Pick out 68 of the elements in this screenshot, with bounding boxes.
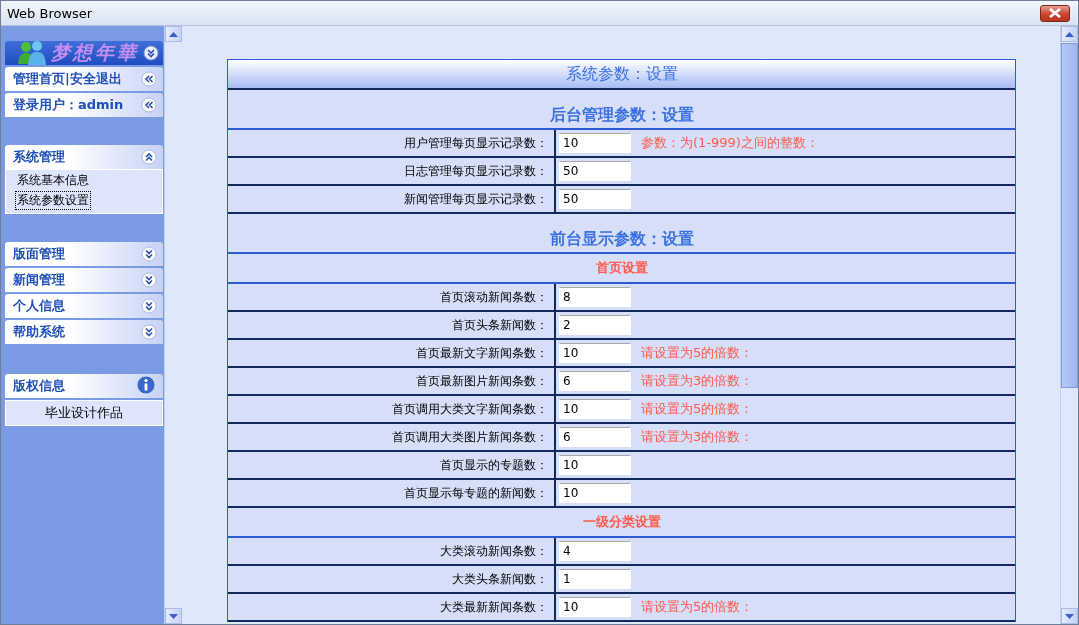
menu-item[interactable]: 系统参数设置 [16,192,90,209]
field-hint: 请设置为3的倍数： [641,428,754,446]
field-label: 首页调用大类文字新闻条数： [392,400,548,418]
field-label: 新闻管理每页显示记录数： [404,190,548,208]
input-field[interactable]: 10 [559,483,631,503]
info-icon [135,375,157,397]
scrollbar[interactable] [164,26,182,624]
chevron-left-icon[interactable] [141,71,157,87]
field-label: 大类最新新闻条数： [440,598,548,616]
close-icon [1049,8,1061,18]
input-field[interactable]: 6 [559,371,631,391]
chevron-left-icon[interactable] [141,97,157,113]
scroll-up-button[interactable] [1061,26,1078,42]
form-title: 系统参数：设置 [228,60,1015,90]
field-hint: 请设置为5的倍数： [641,400,754,418]
field-label: 首页调用大类图片新闻条数： [392,428,548,446]
field-hint: 请设置为3的倍数： [641,372,754,390]
field-label: 首页头条新闻数： [452,316,548,334]
panel-title: 版权信息 [13,377,65,395]
up-arrow-icon [169,31,178,37]
field-label: 首页滚动新闻条数： [440,288,548,306]
scroll-thumb[interactable] [1061,43,1078,388]
copyright-text: 毕业设计作品 [5,400,163,426]
input-field[interactable]: 10 [559,133,631,153]
field-hint: 参数：为(1-999)之间的整数： [641,134,819,152]
chevron-down-icon[interactable] [141,272,157,288]
up-arrow-icon [1065,31,1074,37]
field-label: 大类头条新闻数： [452,570,548,588]
window-title: Web Browser [7,5,93,21]
field-label: 首页显示每专题的新闻数： [404,484,548,502]
input-field[interactable]: 10 [559,399,631,419]
field-hint: 请设置为5的倍数： [641,598,754,616]
input-field[interactable]: 8 [559,287,631,307]
down-arrow-icon [1065,613,1074,619]
scroll-down-button[interactable] [1061,608,1078,624]
down-arrow-icon [169,613,178,619]
scroll-up-button[interactable] [165,26,182,42]
input-field[interactable]: 6 [559,427,631,447]
close-button[interactable] [1040,4,1070,22]
section-subheading: 一级分类设置 [582,513,661,531]
scroll-down-button[interactable] [165,608,182,624]
chevron-down-icon[interactable] [143,45,159,61]
section-subheading: 首页设置 [595,259,648,277]
logo-text: 梦想年華 [51,40,140,65]
chevron-down-icon[interactable] [141,324,157,340]
section-heading: 前台显示参数：设置 [549,229,694,250]
input-field[interactable]: 10 [559,343,631,363]
field-label: 日志管理每页显示记录数： [404,162,548,180]
input-field[interactable]: 50 [559,189,631,209]
field-hint: 请设置为5的倍数： [641,344,754,362]
chevron-down-icon[interactable] [141,246,157,262]
input-field[interactable]: 50 [559,161,631,181]
input-field[interactable]: 4 [559,541,631,561]
scrollbar[interactable] [1060,26,1078,624]
people-icon [15,40,49,66]
chevron-up-icon[interactable] [141,149,157,165]
chevron-down-icon[interactable] [141,298,157,314]
input-field[interactable]: 10 [559,597,631,617]
input-field[interactable]: 10 [559,455,631,475]
section-heading: 后台管理参数：设置 [549,105,694,126]
field-label: 首页显示的专题数： [440,456,548,474]
field-label: 首页最新文字新闻条数： [416,344,548,362]
input-field[interactable]: 1 [559,569,631,589]
input-field[interactable]: 2 [559,315,631,335]
field-label: 用户管理每页显示记录数： [404,134,548,152]
field-label: 首页最新图片新闻条数： [416,372,548,390]
menu-item[interactable]: 系统基本信息 [16,172,90,189]
field-label: 大类滚动新闻条数： [440,542,548,560]
